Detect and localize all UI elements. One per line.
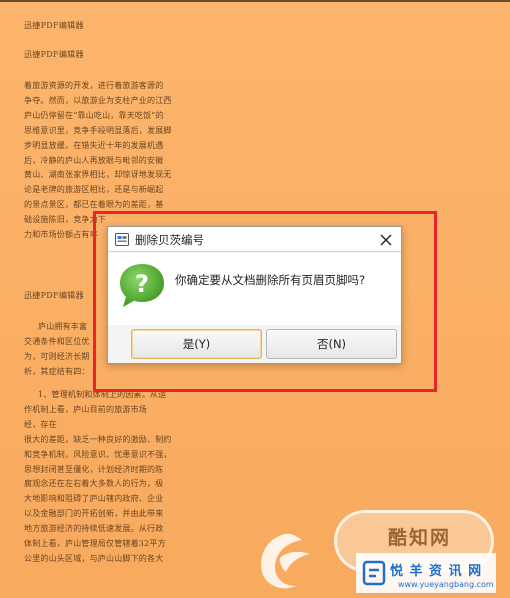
close-button[interactable] <box>371 227 401 252</box>
watermark-site-name: 悦 羊 资 讯 网 <box>390 564 483 579</box>
dialog-titlebar[interactable]: 删除贝茨编号 <box>108 227 401 252</box>
doc-paragraph-3: 1、管理机制和体制上的因素。从运 作机制上看，庐山目前的旅游市场 经，存在 很大… <box>24 390 172 563</box>
doc-header-2: 迅捷PDF编辑器 <box>24 50 84 59</box>
watermark-site-logo-icon <box>362 560 386 586</box>
dialog-title: 删除贝茨编号 <box>135 233 204 247</box>
no-button[interactable]: 否(N) <box>266 329 397 359</box>
delete-bates-dialog: 删除贝茨编号 ? 你确定要从文档删除所有页眉页脚吗? 是(Y) 否(N) <box>107 226 402 364</box>
watermark-leaf-icon <box>261 533 310 589</box>
question-bubble-icon: ? <box>120 264 164 307</box>
dialog-app-icon <box>115 233 129 246</box>
close-icon <box>380 234 392 245</box>
svg-text:?: ? <box>135 270 149 298</box>
doc-header-1: 迅捷PDF编辑器 <box>24 21 84 30</box>
dialog-message-area: ? 你确定要从文档删除所有页眉页脚吗? <box>108 253 401 325</box>
yes-button[interactable]: 是(Y) <box>131 329 262 359</box>
watermark-oval-text: 酷知网 <box>388 527 452 549</box>
watermark-site-url: www.yueyangbang.com <box>398 580 494 589</box>
dialog-message: 你确定要从文档删除所有页眉页脚吗? <box>175 273 366 287</box>
top-rule <box>0 0 510 2</box>
doc-header-3: 迅捷PDF编辑器 <box>24 291 84 300</box>
